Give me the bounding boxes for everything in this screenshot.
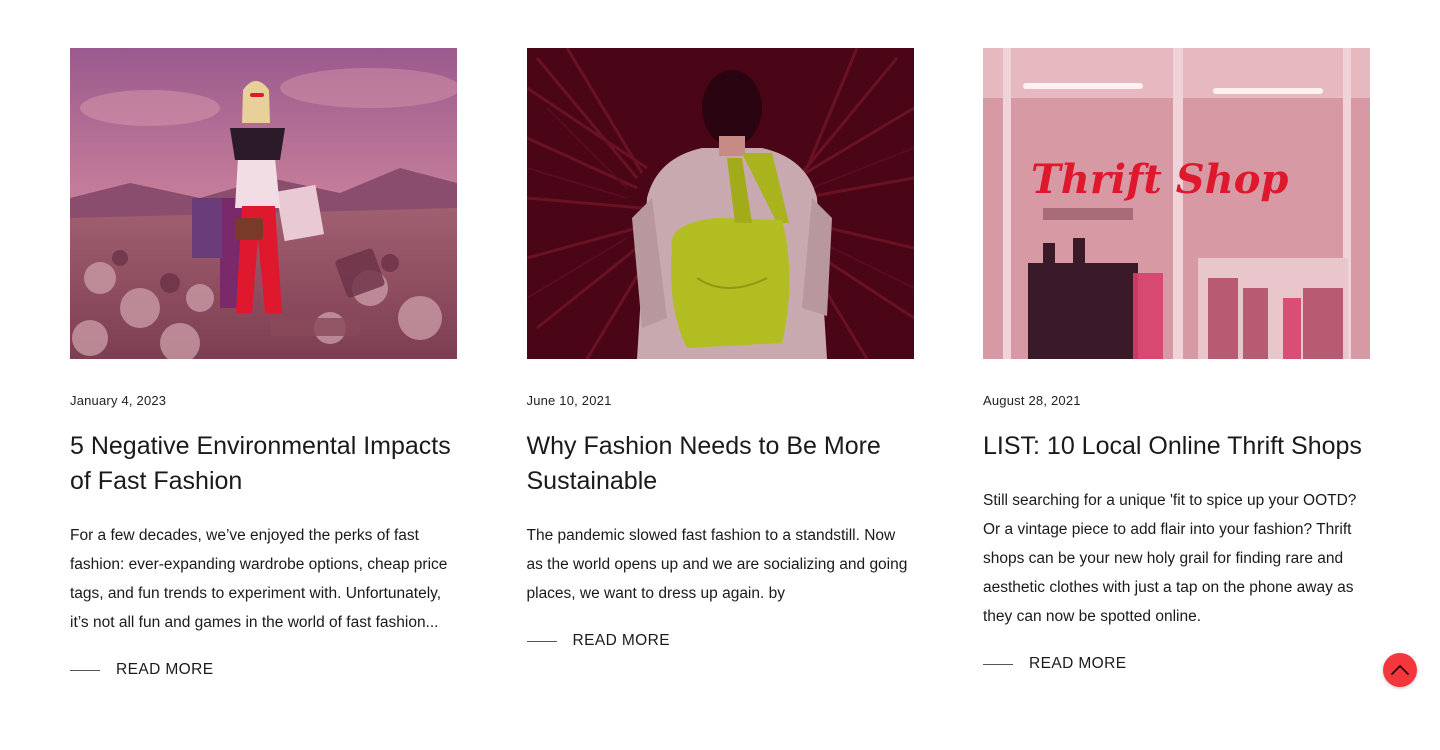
read-more-divider: [70, 669, 100, 671]
read-more-label: READ MORE: [1029, 655, 1127, 672]
post-date: August 28, 2021: [983, 393, 1081, 408]
read-more-link[interactable]: READ MORE: [526, 628, 914, 654]
thrift-shop-photo-image: Thrift Shop: [983, 48, 1370, 359]
post-title[interactable]: LIST: 10 Local Online Thrift Shops: [983, 429, 1370, 464]
thrift-shop-sign-text: Thrift Shop: [1031, 156, 1288, 203]
scroll-to-top-button[interactable]: [1383, 653, 1417, 687]
read-more-divider: [526, 640, 557, 642]
read-more-label: READ MORE: [116, 661, 214, 678]
post-thumbnail-tote-bag[interactable]: [526, 48, 914, 359]
read-more-label: READ MORE: [572, 632, 670, 649]
post-grid: January 4, 2023 5 Negative Environmental…: [70, 48, 1370, 683]
post-card: Thrift Shop August 28, 2021 LIST: 10 Loc…: [983, 48, 1370, 683]
tote-bag-photo-image: [526, 48, 914, 359]
chevron-up-icon: [1390, 664, 1410, 676]
post-date: June 10, 2021: [526, 393, 612, 408]
post-date: January 4, 2023: [70, 393, 167, 408]
post-excerpt: The pandemic slowed fast fashion to a st…: [526, 527, 908, 602]
read-more-link[interactable]: READ MORE: [983, 651, 1370, 677]
post-title[interactable]: 5 Negative Environmental Impacts of Fast…: [70, 429, 457, 499]
post-thumbnail-landfill[interactable]: [70, 48, 457, 359]
post-card: January 4, 2023 5 Negative Environmental…: [70, 48, 457, 683]
post-card: June 10, 2021 Why Fashion Needs to Be Mo…: [526, 48, 914, 683]
blog-listing-page: January 4, 2023 5 Negative Environmental…: [0, 0, 1440, 750]
read-more-link[interactable]: READ MORE: [70, 657, 457, 683]
landfill-photo-image: [70, 48, 457, 359]
post-thumbnail-thrift-shop[interactable]: Thrift Shop: [983, 48, 1370, 359]
read-more-divider: [983, 663, 1013, 665]
post-excerpt: For a few decades, we’ve enjoyed the per…: [70, 527, 448, 631]
post-title[interactable]: Why Fashion Needs to Be More Sustainable: [527, 429, 914, 499]
post-excerpt: Still searching for a unique 'fit to spi…: [983, 492, 1357, 625]
